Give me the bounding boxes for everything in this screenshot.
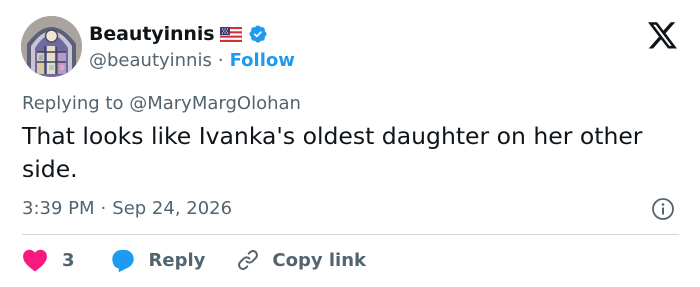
us-flag-icon xyxy=(220,26,243,42)
reply-target-handle[interactable]: @MaryMargOlohan xyxy=(129,93,301,114)
copy-link-button[interactable]: Copy link xyxy=(236,248,366,272)
tweet-text: That looks like Ivanka's oldest daughter… xyxy=(22,122,643,183)
reply-context-prefix: Replying to xyxy=(22,93,124,114)
info-icon[interactable] xyxy=(651,197,675,221)
follow-button[interactable]: Follow xyxy=(230,50,295,71)
like-button[interactable]: 3 xyxy=(22,248,75,272)
x-logo-icon[interactable] xyxy=(648,22,678,50)
reply-label: Reply xyxy=(148,249,206,271)
separator-dot: · xyxy=(100,198,107,219)
divider xyxy=(22,234,679,235)
tweet-timestamp[interactable]: 3:39 PM · Sep 24, 2026 xyxy=(22,198,232,219)
link-icon xyxy=(238,250,259,270)
tweet-actions: 3 Reply Copy link xyxy=(22,245,366,275)
author-name-row: Beautyinnis xyxy=(89,21,268,47)
tweet-date[interactable]: Sep 24, 2026 xyxy=(112,198,232,219)
author-display-name[interactable]: Beautyinnis xyxy=(89,23,215,45)
reply-button[interactable]: Reply xyxy=(110,248,206,273)
tweet-time[interactable]: 3:39 PM xyxy=(22,198,95,219)
verified-badge-icon xyxy=(248,24,268,44)
tweet-embed-card: Beautyinnis @beautyinnis · Follow Replyi… xyxy=(0,0,700,287)
author-handle[interactable]: @beautyinnis xyxy=(89,50,212,71)
stained-glass-window-avatar xyxy=(21,16,82,77)
heart-icon xyxy=(23,249,47,272)
like-count: 3 xyxy=(62,249,75,271)
separator-dot: · xyxy=(217,49,224,71)
reply-context: Replying to @MaryMargOlohan xyxy=(22,93,301,114)
avatar[interactable] xyxy=(21,16,82,77)
author-handle-row: @beautyinnis · Follow xyxy=(89,48,295,72)
copy-link-label: Copy link xyxy=(272,249,366,271)
reply-bubble-icon xyxy=(111,249,134,272)
